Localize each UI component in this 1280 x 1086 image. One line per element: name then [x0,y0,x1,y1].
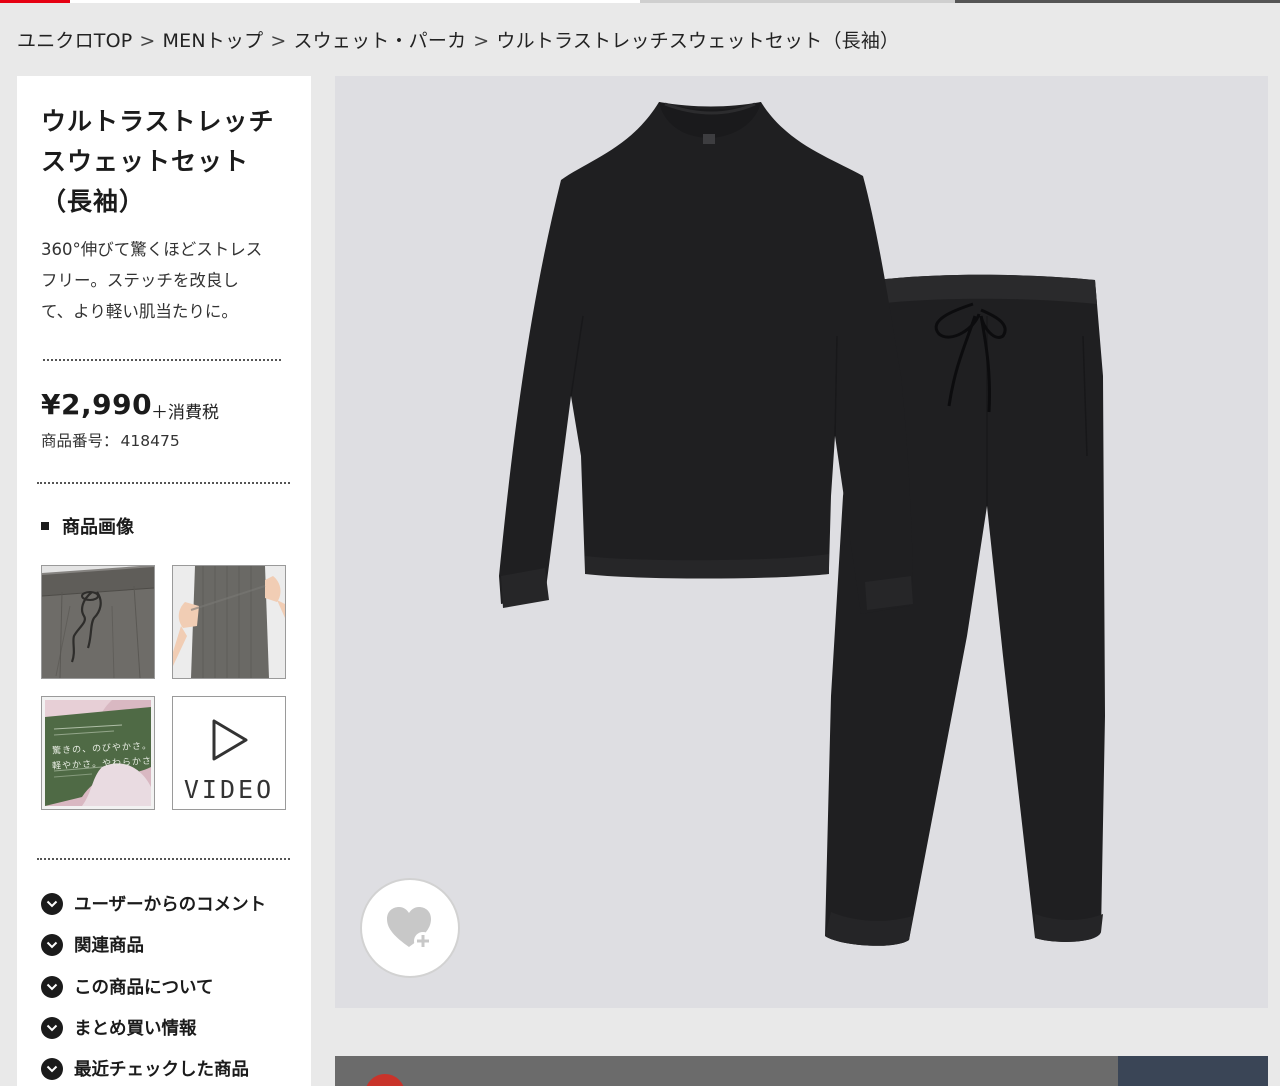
product-code-label: 商品番号： [41,432,119,450]
video-label: VIDEO [183,775,275,804]
chevron-down-icon [41,933,63,956]
square-bullet-icon [41,522,49,530]
divider [43,359,281,361]
description-line: て、より軽い肌当たりに。 [41,302,238,321]
media-figure [1118,1056,1268,1086]
thumbnail-promo[interactable]: 驚きの、のびやかさ。 軽やかさ。やわらかさ。 [41,696,155,810]
media-accent [365,1074,405,1086]
breadcrumb-sweat[interactable]: スウェット・パーカ [293,30,466,52]
thumbnail-video[interactable]: VIDEO [172,696,286,810]
secondary-media-panel [335,1056,1268,1086]
breadcrumb: ユニクロTOP > MENトップ > スウェット・パーカ > ウルトラストレッチスウェットセ… [17,26,899,53]
tax-label: ＋消費税 [151,403,219,423]
chevron-down-icon [41,1057,63,1080]
accordion-about-product[interactable]: この商品について [41,974,213,999]
strip-dark [955,0,1280,3]
thumbnail-waistband[interactable] [41,565,155,679]
main-product-image[interactable] [335,76,1268,1008]
product-title-line: ウルトラストレッチ [41,107,275,136]
breadcrumb-separator: > [270,30,287,52]
heart-plus-icon [387,907,432,950]
breadcrumb-men[interactable]: MENトップ [163,30,264,52]
product-price: ¥2,990 [41,388,153,421]
accordion-label: まとめ買い情報 [74,1019,197,1039]
description-line: フリー。ステッチを改良し [41,271,239,290]
breadcrumb-separator: > [139,30,156,52]
waistband-image [42,566,154,678]
top-progress-strip [0,0,1280,3]
chevron-down-icon [41,892,63,915]
strip-accent [0,0,70,3]
images-section-heading: 商品画像 [41,513,134,539]
description-line: 360°伸びて驚くほどストレス [41,240,263,259]
accordion-label: 関連商品 [74,936,144,956]
accordion-user-comments[interactable]: ユーザーからのコメント [41,891,266,916]
accordion-bulk-purchase[interactable]: まとめ買い情報 [41,1015,197,1040]
product-title: ウルトラストレッチ スウェットセット （長袖） [41,102,291,222]
divider [37,482,290,484]
product-code-value: 418475 [120,432,180,450]
product-title-line: （長袖） [41,187,146,216]
product-description: 360°伸びて驚くほどストレス フリー。ステッチを改良し て、より軽い肌当たりに… [41,234,291,327]
thumbnail-stretch[interactable] [172,565,286,679]
accordion-label: ユーザーからのコメント [74,895,267,915]
breadcrumb-current: ウルトラストレッチスウェットセット（長袖） [496,30,900,52]
breadcrumb-separator: > [473,30,490,52]
chevron-down-icon [41,975,63,998]
accordion-related-products[interactable]: 関連商品 [41,932,144,957]
chevron-down-icon [41,1016,63,1039]
strip-light [70,0,640,3]
accordion-label: この商品について [74,978,214,998]
product-title-line: スウェットセット [41,147,250,176]
divider [37,858,290,860]
images-heading-label: 商品画像 [62,517,134,538]
favorite-button[interactable] [360,878,460,978]
sweat-set-image [335,76,1268,1008]
stretch-image [173,566,285,678]
breadcrumb-top[interactable]: ユニクロTOP [17,30,132,52]
product-info-panel: ウルトラストレッチ スウェットセット （長袖） 360°伸びて驚くほどストレス … [17,76,311,1086]
product-code: 商品番号： 418475 [41,429,180,451]
accordion-recently-viewed[interactable]: 最近チェックした商品 [41,1056,249,1081]
accordion-label: 最近チェックした商品 [74,1060,249,1080]
